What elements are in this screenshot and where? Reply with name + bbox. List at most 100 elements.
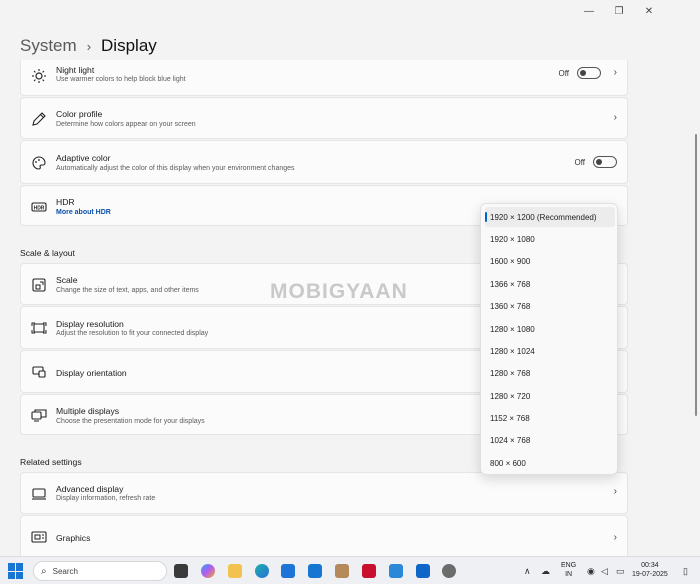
adaptive-color-desc: Automatically adjust the color of this d…	[56, 165, 295, 172]
multiple-displays-icon	[31, 409, 47, 422]
copilot-icon[interactable]	[201, 564, 215, 578]
settings-icon[interactable]	[442, 564, 456, 578]
monitor-icon	[32, 488, 46, 500]
night-light-card[interactable]: Night light Use warmer colors to help bl…	[20, 60, 628, 96]
outlook-icon[interactable]	[416, 564, 430, 578]
adaptive-color-title: Adaptive color	[56, 153, 111, 163]
windows-logo-icon	[16, 563, 23, 571]
section-scale-layout: Scale & layout	[20, 248, 75, 258]
region-label: IN	[565, 571, 573, 578]
wifi-icon[interactable]: ◉	[587, 566, 595, 577]
chevron-right-icon: ›	[613, 112, 617, 123]
scale-icon	[32, 278, 46, 292]
night-light-title: Night light	[56, 65, 95, 75]
clock-date: 19-07-2025	[632, 571, 668, 578]
advanced-display-desc: Display information, refresh rate	[56, 495, 156, 502]
color-profile-desc: Determine how colors appear on your scre…	[56, 121, 196, 128]
resolution-option[interactable]: 1280 × 1024	[485, 341, 615, 361]
brightness-icon	[32, 69, 46, 83]
resolution-option[interactable]: 1024 × 768	[485, 430, 615, 450]
search-label: Search	[52, 566, 78, 576]
orientation-icon	[32, 366, 46, 378]
night-light-desc: Use warmer colors to help block blue lig…	[56, 76, 186, 83]
resolution-option[interactable]: 1920 × 1200 (Recommended)	[485, 207, 615, 227]
watermark: MOBIGYAAN	[270, 280, 408, 303]
adaptive-color-state: Off	[574, 157, 585, 167]
file-explorer-icon[interactable]	[228, 564, 242, 578]
resolution-icon	[31, 322, 47, 334]
resolution-option[interactable]: 1280 × 720	[485, 386, 615, 406]
graphics-icon	[31, 531, 47, 543]
breadcrumb-separator: ›	[86, 38, 92, 54]
svg-text:HDR: HDR	[34, 205, 45, 211]
resolution-option[interactable]: 800 × 600	[485, 453, 615, 473]
multiple-displays-title: Multiple displays	[56, 406, 120, 416]
pen-icon	[32, 112, 46, 126]
app-icon[interactable]	[335, 564, 349, 578]
graphics-title: Graphics	[56, 533, 91, 543]
edge-icon[interactable]	[255, 564, 269, 578]
adaptive-color-toggle[interactable]	[593, 156, 617, 168]
color-profile-card[interactable]: Color profile Determine how colors appea…	[20, 97, 628, 139]
network-icon[interactable]: ☁	[541, 566, 550, 577]
maximize-button[interactable]: ❐	[604, 4, 634, 18]
more-about-hdr-link[interactable]: More about HDR	[56, 209, 111, 216]
chevron-right-icon: ›	[613, 67, 617, 78]
search-icon: ⌕	[41, 565, 47, 577]
advanced-display-card[interactable]: Advanced display Display information, re…	[20, 472, 628, 514]
palette-icon	[32, 156, 46, 170]
clock[interactable]: 00:34 19-07-2025	[632, 561, 668, 579]
close-button[interactable]: ✕	[634, 4, 664, 18]
resolution-option[interactable]: 1280 × 1080	[485, 319, 615, 339]
mcafee-icon[interactable]	[362, 564, 376, 578]
breadcrumb-system[interactable]: System	[20, 36, 77, 56]
advanced-display-title: Advanced display	[56, 484, 124, 494]
battery-icon[interactable]: ▭	[616, 566, 625, 577]
night-light-state: Off	[558, 68, 569, 78]
task-view-icon[interactable]	[174, 564, 188, 578]
windows-logo-icon	[16, 571, 23, 579]
scale-title: Scale	[56, 275, 78, 285]
resolution-option[interactable]: 1366 × 768	[485, 274, 615, 294]
graphics-card[interactable]: Graphics ›	[20, 515, 628, 556]
color-profile-title: Color profile	[56, 109, 103, 119]
minimize-button[interactable]: —	[574, 4, 604, 18]
store-icon[interactable]	[281, 564, 295, 578]
resolution-option[interactable]: 1600 × 900	[485, 251, 615, 271]
resolution-dropdown[interactable]: 1920 × 1200 (Recommended) 1920 × 1080 16…	[480, 203, 618, 475]
app-icon[interactable]	[389, 564, 403, 578]
language-indicator[interactable]: ENG IN	[561, 561, 576, 579]
resolution-option[interactable]: 1920 × 1080	[485, 229, 615, 249]
window-controls: — ❐ ✕	[574, 4, 664, 18]
display-orientation-title: Display orientation	[56, 368, 127, 378]
chevron-up-icon[interactable]: ∧	[524, 566, 531, 577]
windows-logo-icon	[8, 571, 15, 579]
taskbar-search[interactable]: ⌕ Search	[33, 561, 167, 581]
section-related-settings: Related settings	[20, 457, 82, 467]
display-resolution-desc: Adjust the resolution to fit your connec…	[56, 330, 209, 337]
resolution-option[interactable]: 1280 × 768	[485, 363, 615, 383]
breadcrumb: System › Display	[20, 36, 157, 56]
night-light-toggle[interactable]	[577, 67, 601, 79]
taskbar: ⌕ Search ∧ ☁ ENG IN ◉ ◁ ▭ 00:34 19-07-20…	[0, 556, 700, 584]
chevron-right-icon: ›	[613, 486, 617, 497]
language-label: ENG	[561, 562, 577, 569]
scale-desc: Change the size of text, apps, and other…	[56, 287, 199, 294]
windows-logo-icon	[8, 563, 15, 571]
resolution-option[interactable]: 1360 × 768	[485, 296, 615, 316]
hdr-title: HDR	[56, 197, 75, 207]
scrollbar[interactable]	[695, 134, 697, 416]
chevron-right-icon: ›	[613, 532, 617, 543]
hdr-icon: HDR	[31, 202, 47, 212]
start-button[interactable]	[8, 563, 24, 579]
resolution-option[interactable]: 1152 × 768	[485, 408, 615, 428]
notification-icon[interactable]: ▯	[683, 566, 688, 577]
pen-app-icon[interactable]	[308, 564, 322, 578]
multiple-displays-desc: Choose the presentation mode for your di…	[56, 418, 205, 425]
volume-icon[interactable]: ◁	[601, 566, 608, 577]
night-light-toggle-group: Off	[558, 67, 601, 79]
clock-time: 00:34	[641, 562, 659, 569]
adaptive-color-toggle-group: Off	[574, 156, 617, 168]
adaptive-color-card[interactable]: Adaptive color Automatically adjust the …	[20, 140, 628, 184]
page-title: Display	[101, 36, 157, 55]
